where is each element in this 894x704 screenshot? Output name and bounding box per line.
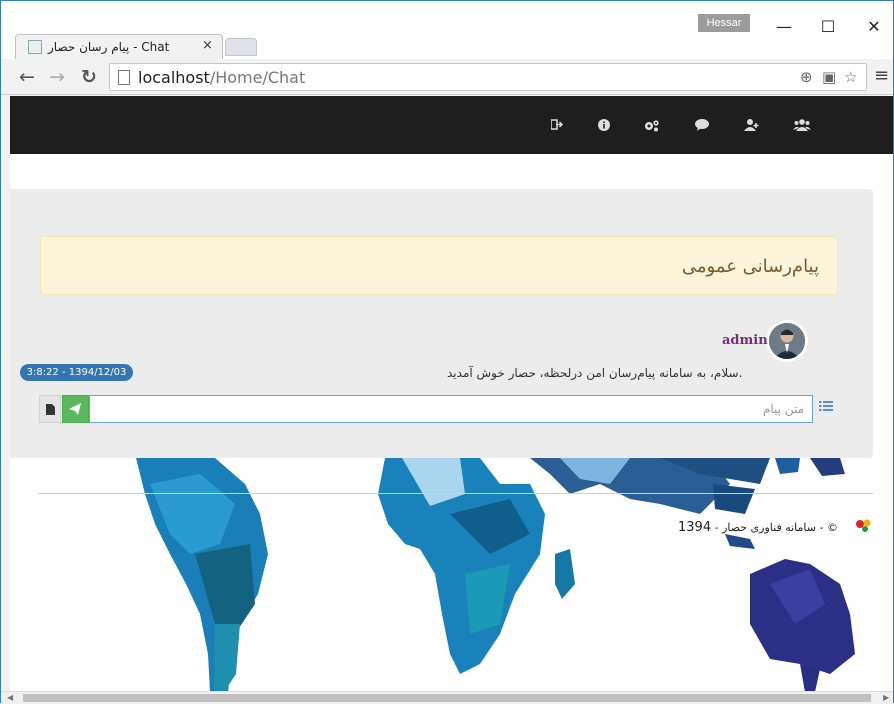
translate-icon[interactable]: ▣ xyxy=(822,68,836,86)
close-window-button[interactable]: ✕ xyxy=(859,15,889,39)
add-user-icon[interactable] xyxy=(742,119,762,133)
sign-out-icon[interactable] xyxy=(547,119,567,133)
new-tab-button[interactable] xyxy=(225,38,257,56)
back-icon[interactable]: ← xyxy=(15,65,39,89)
info-icon[interactable] xyxy=(594,119,614,133)
list-icon[interactable] xyxy=(819,400,833,414)
url-host: localhost xyxy=(138,68,210,87)
file-icon xyxy=(46,404,55,415)
avatar xyxy=(766,320,808,362)
footer-year: 1394 xyxy=(678,520,712,535)
zoom-icon[interactable]: ⊕ xyxy=(800,68,813,86)
panel-title-box: پیام‌رسانی عمومی xyxy=(40,236,838,295)
url-path: /Home/Chat xyxy=(209,68,306,87)
chat-panel: پیام‌رسانی عمومی admin سلام، به سامانه پ… xyxy=(10,189,873,458)
company-logo-icon xyxy=(856,519,871,532)
scroll-right-icon[interactable]: ▶ xyxy=(883,692,889,704)
profile-badge[interactable]: Hessar xyxy=(698,14,750,32)
browser-toolbar: ← → ↻ localhost/Home/Chat ⊕ ▣ ☆ ≡ xyxy=(1,59,893,95)
users-icon[interactable] xyxy=(792,119,812,133)
cogs-icon[interactable] xyxy=(642,119,662,133)
footer-divider xyxy=(38,493,873,494)
footer-company: سامانه فناوری حصار xyxy=(722,521,816,534)
page-content: پیام‌رسانی عمومی admin سلام، به سامانه پ… xyxy=(10,154,893,692)
tab-title: پیام رسان حصار - Chat xyxy=(48,40,170,54)
footer-text: سامانه فناوری حصار - 1394 - © xyxy=(678,520,838,535)
forward-icon[interactable]: → xyxy=(45,65,69,89)
send-button[interactable] xyxy=(62,395,89,423)
reload-icon[interactable]: ↻ xyxy=(77,65,101,89)
message-text: سلام، به سامانه پیام‌رسان امن درلحظه، حص… xyxy=(447,366,743,380)
page-icon xyxy=(118,70,130,85)
title-bar: Hessar — ☐ ✕ پیام رسان حصار - Chat × xyxy=(1,1,893,59)
timestamp-badge: 3:8:22 - 1394/12/03 xyxy=(20,364,133,381)
scroll-left-icon[interactable]: ◀ xyxy=(7,692,13,704)
scrollbar-thumb[interactable] xyxy=(23,694,871,702)
favicon-icon xyxy=(28,40,42,54)
site-navbar xyxy=(10,96,893,154)
footer-copyright: © xyxy=(826,521,838,534)
address-bar[interactable]: localhost/Home/Chat ⊕ ▣ ☆ xyxy=(109,63,867,91)
browser-window: Hessar — ☐ ✕ پیام رسان حصار - Chat × ← →… xyxy=(0,0,894,704)
attach-file-button[interactable] xyxy=(39,395,61,423)
minimize-button[interactable]: — xyxy=(769,15,799,39)
browser-tab[interactable]: پیام رسان حصار - Chat × xyxy=(15,34,223,59)
tab-close-icon[interactable]: × xyxy=(202,38,213,53)
maximize-button[interactable]: ☐ xyxy=(813,15,843,39)
panel-title: پیام‌رسانی عمومی xyxy=(681,256,819,277)
horizontal-scrollbar[interactable]: ◀ ▶ xyxy=(1,691,893,704)
message-username: admin xyxy=(722,333,768,348)
menu-icon[interactable]: ≡ xyxy=(874,65,889,86)
send-icon xyxy=(69,403,81,415)
bookmark-star-icon[interactable]: ☆ xyxy=(844,68,857,86)
message-input[interactable]: متن پیام xyxy=(89,395,813,423)
comment-icon[interactable] xyxy=(692,119,712,133)
